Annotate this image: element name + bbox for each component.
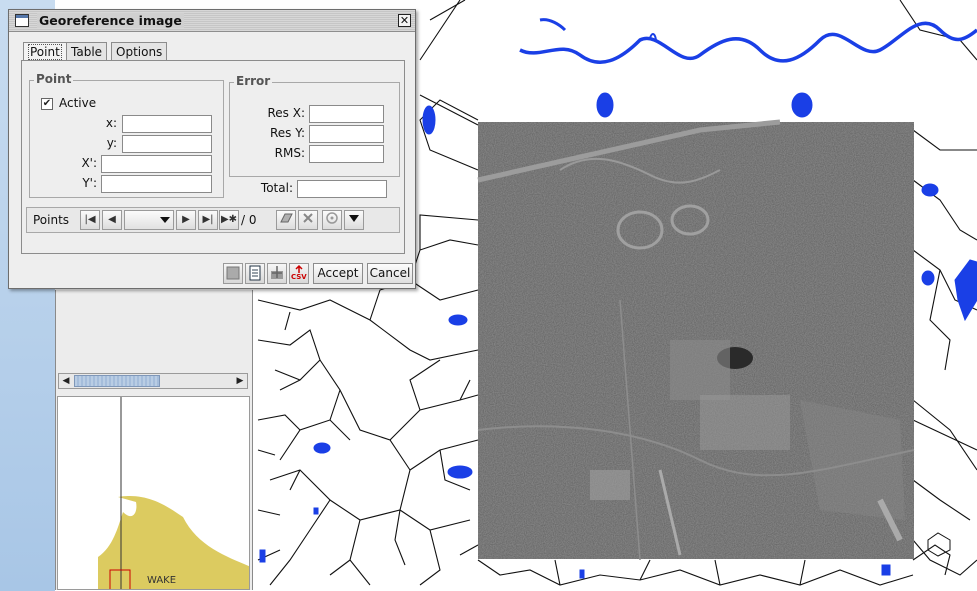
window-icon <box>15 14 29 27</box>
scroll-left-icon[interactable]: ◀ <box>59 374 73 388</box>
overview-map[interactable]: WAKE <box>57 396 250 590</box>
tab-point[interactable]: Point <box>23 42 67 61</box>
x-field[interactable] <box>122 115 212 133</box>
dropdown-icon[interactable] <box>344 210 364 230</box>
total-label: Total: <box>260 181 293 195</box>
dialog-titlebar[interactable]: Georeference image ✕ <box>9 10 415 32</box>
tab-table-label: Table <box>71 45 103 59</box>
overview-map-canvas <box>98 397 249 589</box>
tab-point-label: Point <box>28 44 62 60</box>
scroll-thumb[interactable] <box>74 375 160 387</box>
close-icon[interactable]: ✕ <box>398 14 411 27</box>
point-selector[interactable] <box>124 210 174 230</box>
error-group-title: Error <box>234 74 273 88</box>
georef-icon[interactable] <box>267 263 287 284</box>
res-y-field[interactable] <box>309 125 384 143</box>
georeference-dialog: Georeference image ✕ Point Table Options… <box>8 9 416 289</box>
points-navigation: Points |◀ ◀ ▶ ▶| ▶✱ / 0 <box>26 207 400 233</box>
y-label: y: <box>106 136 117 150</box>
aerial-image <box>477 119 915 561</box>
new-point-icon[interactable]: ▶✱ <box>219 210 239 230</box>
y-prime-field[interactable] <box>101 175 212 193</box>
tab-options[interactable]: Options <box>111 42 168 60</box>
checkbox-checked-icon[interactable]: ✔ <box>41 98 53 110</box>
res-x-label: Res X: <box>267 106 305 120</box>
tab-table[interactable]: Table <box>66 42 108 60</box>
x-prime-field[interactable] <box>101 155 212 173</box>
accept-button[interactable]: Accept <box>313 263 363 284</box>
delete-icon[interactable] <box>298 210 318 230</box>
horizontal-scrollbar[interactable]: ◀ ▶ <box>58 373 248 389</box>
rms-field[interactable] <box>309 145 384 163</box>
total-field[interactable] <box>297 180 387 198</box>
document-icon[interactable] <box>245 263 265 284</box>
csv-export-icon[interactable]: CSV <box>289 263 309 284</box>
res-y-label: Res Y: <box>269 126 305 140</box>
cancel-button[interactable]: Cancel <box>367 263 413 284</box>
eraser-icon[interactable] <box>276 210 296 230</box>
first-icon[interactable]: |◀ <box>80 210 100 230</box>
county-label: WAKE <box>147 575 177 586</box>
rms-label: RMS: <box>274 146 305 160</box>
res-x-field[interactable] <box>309 105 384 123</box>
chevron-down-icon <box>160 217 170 223</box>
tab-options-label: Options <box>116 45 163 59</box>
active-label: Active <box>59 96 97 110</box>
y-prime-label: Y': <box>82 176 97 190</box>
points-count: / 0 <box>241 213 257 227</box>
points-label: Points <box>33 213 70 227</box>
scroll-right-icon[interactable]: ▶ <box>233 374 247 388</box>
center-icon[interactable] <box>322 210 342 230</box>
y-field[interactable] <box>122 135 212 153</box>
csv-icon-text: CSV <box>291 273 307 281</box>
point-group-title: Point <box>34 72 74 86</box>
save-icon[interactable] <box>223 263 243 284</box>
x-prime-label: X': <box>81 156 97 170</box>
next-icon[interactable]: ▶ <box>176 210 196 230</box>
prev-icon[interactable]: ◀ <box>102 210 122 230</box>
dialog-title: Georeference image <box>37 13 184 28</box>
x-label: x: <box>105 116 117 130</box>
last-icon[interactable]: ▶| <box>198 210 218 230</box>
